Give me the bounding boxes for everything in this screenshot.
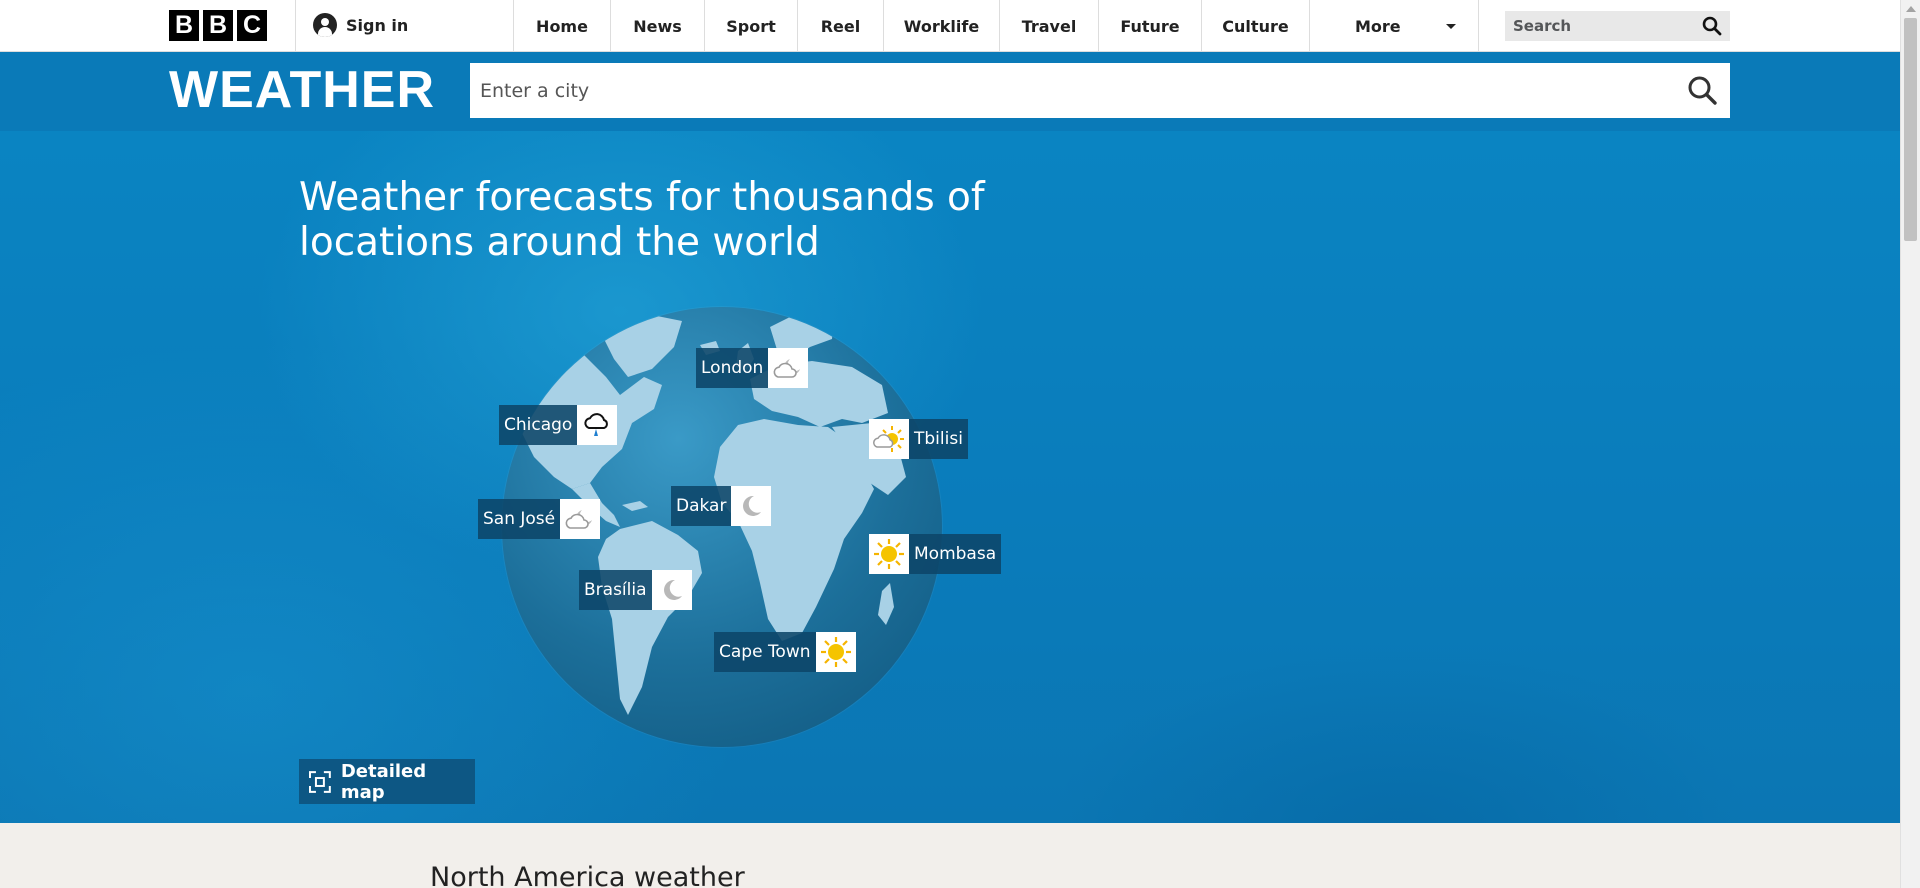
caret-down-icon [1446, 24, 1456, 29]
sign-in-label: Sign in [346, 15, 409, 35]
sign-in-link[interactable]: Sign in [313, 13, 408, 37]
main-nav: Home News Sport Reel Worklife Travel Fut… [513, 0, 1479, 52]
city-search [470, 63, 1730, 118]
cloud-moon-icon [768, 348, 809, 388]
location-marker-cape-town[interactable]: Cape Town [714, 632, 856, 672]
divider [295, 0, 296, 52]
moon-icon [731, 486, 772, 526]
logo-letter-c: C [237, 10, 267, 41]
nav-item-sport[interactable]: Sport [704, 0, 797, 52]
more-label: More [1355, 16, 1401, 36]
location-marker-chicago[interactable]: Chicago [499, 405, 618, 445]
location-name: Brasília [579, 570, 652, 610]
nav-item-travel[interactable]: Travel [999, 0, 1098, 52]
location-marker-brasilia[interactable]: Brasília [579, 570, 692, 610]
search-icon[interactable] [1687, 75, 1718, 106]
detailed-map-button[interactable]: Detailed map [299, 759, 475, 804]
nav-item-news[interactable]: News [610, 0, 704, 52]
city-search-input[interactable] [470, 63, 1660, 118]
location-name: Chicago [499, 405, 578, 445]
weather-title[interactable]: WEATHER [169, 60, 435, 120]
location-marker-dakar[interactable]: Dakar [671, 486, 772, 526]
location-name: London [696, 348, 769, 388]
page-scrollbar[interactable] [1900, 0, 1920, 888]
weather-header: WEATHER [0, 52, 1900, 131]
bbc-logo[interactable]: B B C [169, 10, 267, 41]
location-name: Dakar [671, 486, 732, 526]
rain-cloud-icon [577, 405, 618, 445]
nav-item-more[interactable]: More [1309, 0, 1479, 52]
nav-item-culture[interactable]: Culture [1201, 0, 1309, 52]
location-marker-tbilisi[interactable]: Tbilisi [869, 419, 968, 459]
location-marker-san-jose[interactable]: San José [478, 499, 601, 539]
sun-icon [869, 534, 909, 574]
hero-title: Weather forecasts for thousands of locat… [299, 175, 985, 265]
hero-section: Weather forecasts for thousands of locat… [0, 131, 1900, 823]
logo-letter-b1: B [169, 10, 199, 41]
location-name: Cape Town [714, 632, 816, 672]
expand-map-icon [309, 770, 331, 793]
location-marker-mombasa[interactable]: Mombasa [869, 534, 1002, 574]
nav-item-home[interactable]: Home [513, 0, 610, 52]
nav-item-future[interactable]: Future [1098, 0, 1201, 52]
cloud-moon-icon [560, 499, 601, 539]
detailed-map-label: Detailed map [340, 760, 427, 803]
location-marker-london[interactable]: London [696, 348, 809, 388]
scroll-up-arrow-icon[interactable] [1906, 6, 1916, 12]
location-name: San José [478, 499, 561, 539]
user-icon [313, 13, 337, 37]
global-nav-bar: B B C Sign in Home News Sport Reel Workl… [0, 0, 1900, 52]
nav-item-reel[interactable]: Reel [797, 0, 883, 52]
moon-icon [651, 570, 692, 610]
nav-item-worklife[interactable]: Worklife [883, 0, 999, 52]
sun-cloud-icon [869, 419, 909, 459]
location-name: Tbilisi [909, 419, 968, 459]
search-icon[interactable] [1702, 16, 1722, 36]
location-name: Mombasa [909, 534, 1002, 574]
global-search-input[interactable] [1505, 17, 1685, 35]
sun-icon [815, 632, 856, 672]
north-america-section-title: North America weather [430, 862, 745, 888]
logo-letter-b2: B [203, 10, 233, 41]
global-search [1505, 11, 1730, 41]
scroll-thumb[interactable] [1904, 18, 1917, 241]
